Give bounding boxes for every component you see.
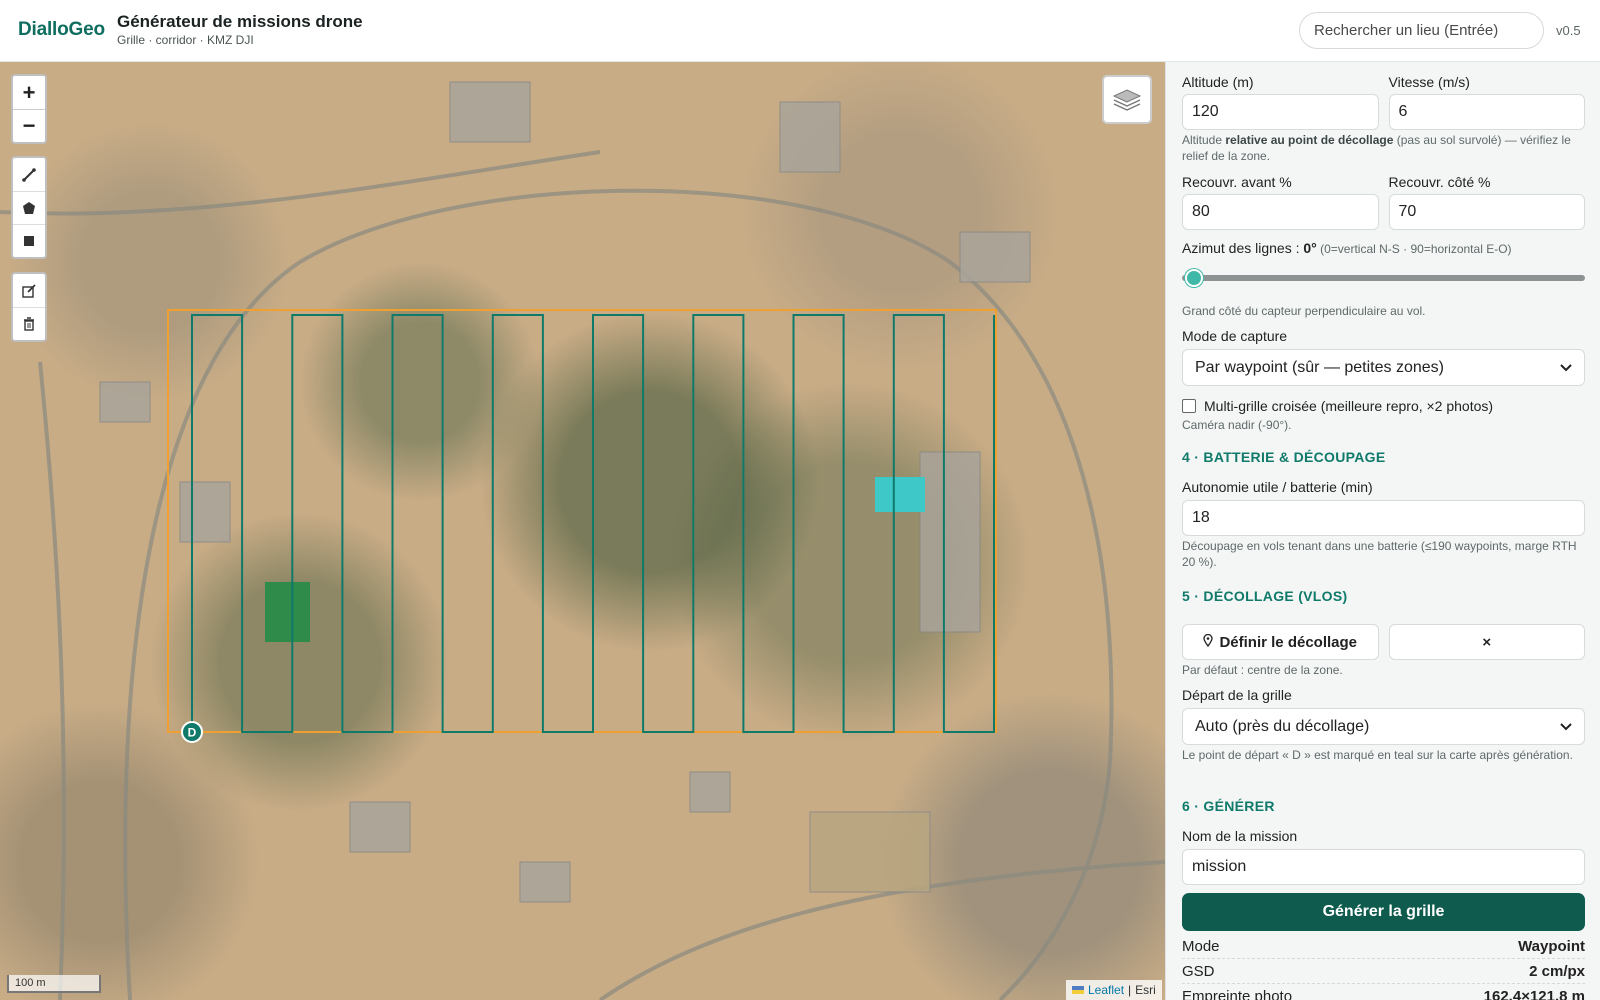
stat-label: Mode [1182, 937, 1220, 955]
ukraine-flag-icon [1072, 986, 1084, 994]
multigrid-label: Multi-grille croisée (meilleure repro, ×… [1204, 398, 1494, 414]
overlap-side-input[interactable]: 70 [1388, 194, 1585, 230]
sensor-help: Grand côté du capteur perpendiculaire au… [1182, 304, 1426, 318]
draw-rectangle-icon[interactable] [13, 224, 45, 257]
generate-grid-button[interactable]: Générer la grille [1182, 893, 1585, 931]
camera-help: Caméra nadir (-90°). [1182, 418, 1292, 432]
zoom-control: + − [11, 74, 47, 144]
page-title: Générateur de missions drone [117, 12, 363, 31]
stat-label: GSD [1182, 962, 1215, 980]
azimuth-slider[interactable] [1182, 268, 1585, 288]
stat-row: GSD 2 cm/px [1182, 959, 1585, 984]
layers-icon[interactable] [1102, 75, 1152, 124]
chevron-down-icon [1560, 359, 1572, 377]
scale-bar: 100 m [7, 975, 101, 993]
stat-row: Empreinte photo 162.4×121.8 m [1182, 984, 1585, 1000]
stat-label: Empreinte photo [1182, 987, 1293, 1000]
multigrid-checkbox[interactable] [1182, 399, 1196, 413]
grid-start-help: Le point de départ « D » est marqué en t… [1182, 748, 1573, 762]
azimuth-label: Azimut des lignes : 0° (0=vertical N-S ·… [1182, 240, 1512, 256]
capture-mode-select[interactable]: Par waypoint (sûr — petites zones) [1182, 349, 1585, 386]
multigrid-checkbox-row[interactable]: Multi-grille croisée (meilleure repro, ×… [1182, 398, 1585, 414]
overlap-front-input[interactable]: 80 [1182, 194, 1379, 230]
edit-layers-icon[interactable] [13, 274, 45, 307]
settings-panel: Altitude (m) 120 Vitesse (m/s) 6 Altitud… [1165, 62, 1600, 1000]
edit-toolbar [11, 272, 47, 342]
zoom-in-button[interactable]: + [13, 76, 45, 109]
stat-value: 162.4×121.8 m [1483, 987, 1585, 1000]
leaflet-link[interactable]: Leaflet [1088, 983, 1124, 997]
search-input[interactable] [1299, 12, 1544, 49]
mission-name-input[interactable]: mission [1182, 849, 1585, 885]
stat-row: Mode Waypoint [1182, 934, 1585, 959]
attribution-separator: | [1128, 983, 1132, 997]
delete-layers-icon[interactable] [13, 307, 45, 340]
azimuth-slider-track [1182, 275, 1585, 281]
altitude-help: Altitude relative au point de décollage … [1182, 133, 1571, 163]
grid-start-select[interactable]: Auto (près du décollage) [1182, 708, 1585, 745]
sports-field [265, 582, 310, 642]
stat-value: Waypoint [1518, 937, 1585, 955]
battery-help: Découpage en vols tenant dans une batter… [1182, 539, 1577, 569]
draw-polyline-icon[interactable] [13, 158, 45, 191]
stat-value: 2 cm/px [1529, 962, 1585, 980]
grid-start-label: Départ de la grille [1182, 687, 1292, 703]
pool [875, 477, 925, 512]
map-view[interactable]: D + − 100 m Leaflet | Esri [0, 62, 1165, 1000]
zoom-out-button[interactable]: − [13, 109, 45, 142]
battery-input[interactable]: 18 [1182, 500, 1585, 536]
capture-mode-value: Par waypoint (sûr — petites zones) [1195, 358, 1444, 376]
location-pin-icon [1203, 633, 1214, 651]
version-label: v0.5 [1556, 23, 1581, 38]
flight-grid-path [191, 314, 995, 733]
overlap-front-label: Recouvr. avant % [1182, 174, 1292, 190]
altitude-label: Altitude (m) [1182, 74, 1254, 90]
takeoff-help: Par défaut : centre de la zone. [1182, 663, 1343, 677]
stats-list: Mode Waypoint GSD 2 cm/px Empreinte phot… [1182, 934, 1585, 1000]
battery-label: Autonomie utile / batterie (min) [1182, 479, 1373, 495]
azimuth-slider-thumb[interactable] [1185, 269, 1203, 287]
chevron-down-icon [1560, 718, 1572, 736]
speed-label: Vitesse (m/s) [1388, 74, 1470, 90]
draw-toolbar [11, 156, 47, 259]
title-block: Générateur de missions drone Grille · co… [117, 12, 363, 47]
map-attribution: Leaflet | Esri [1066, 980, 1162, 1000]
speed-input[interactable]: 6 [1388, 94, 1585, 130]
section-generate: 6 · GÉNÉRER [1182, 798, 1275, 814]
overlap-side-label: Recouvr. côté % [1388, 174, 1491, 190]
clear-takeoff-button[interactable]: × [1388, 624, 1585, 660]
altitude-input[interactable]: 120 [1182, 94, 1379, 130]
start-marker[interactable]: D [181, 721, 203, 743]
grid-start-value: Auto (près du décollage) [1195, 717, 1370, 735]
start-marker-label: D [188, 726, 197, 740]
capture-mode-label: Mode de capture [1182, 328, 1288, 344]
section-battery: 4 · BATTERIE & DÉCOUPAGE [1182, 449, 1386, 465]
map-overlay: D [0, 81, 1165, 1000]
brand-logo[interactable]: DialloGeo [18, 19, 105, 41]
section-takeoff: 5 · DÉCOLLAGE (VLOS) [1182, 588, 1348, 604]
set-takeoff-label: Définir le décollage [1219, 633, 1358, 651]
set-takeoff-button[interactable]: Définir le décollage [1182, 624, 1379, 660]
page-subtitle: Grille · corridor · KMZ DJI [117, 33, 254, 47]
mission-name-label: Nom de la mission [1182, 828, 1298, 844]
app-header: DialloGeo Générateur de missions drone G… [0, 0, 1600, 62]
draw-polygon-icon[interactable] [13, 191, 45, 224]
esri-attribution: Esri [1135, 983, 1156, 997]
